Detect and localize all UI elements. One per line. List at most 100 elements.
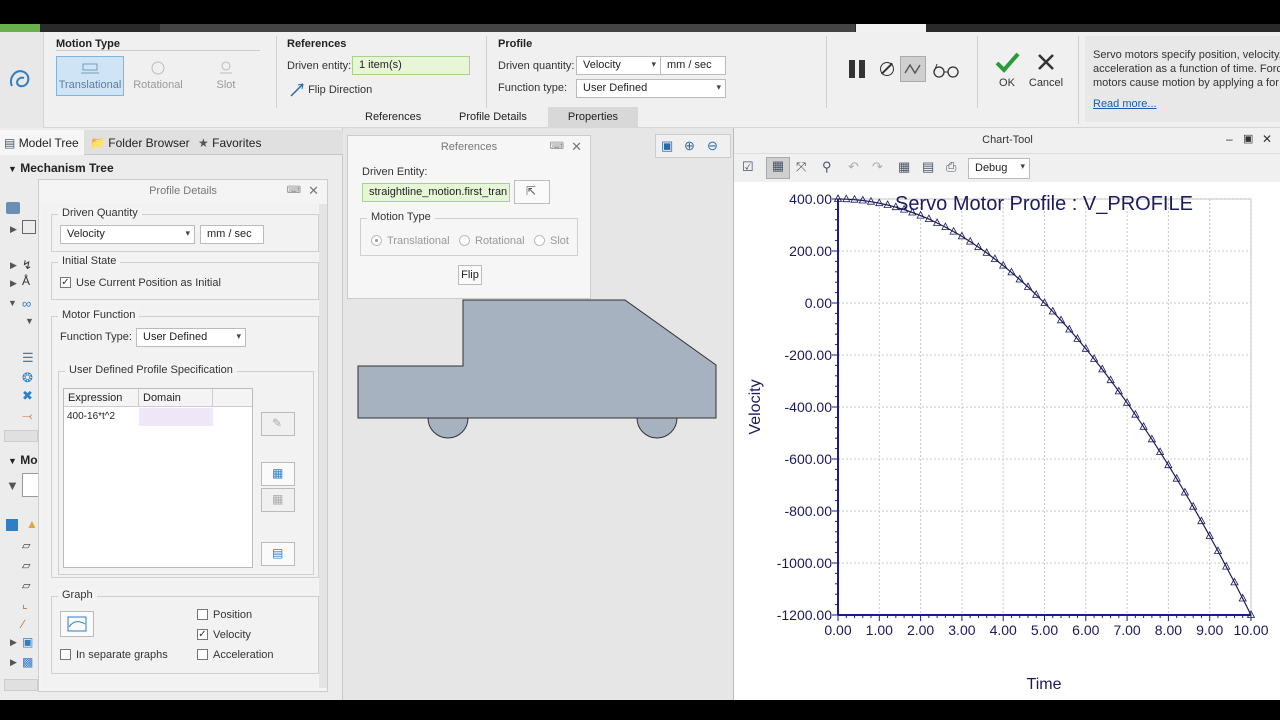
vertical-scrollbar[interactable] xyxy=(319,204,327,688)
position-checkbox[interactable] xyxy=(197,609,208,620)
collapse-arrow-icon[interactable]: ▼ xyxy=(8,298,17,308)
refit-icon[interactable]: ▣ xyxy=(661,138,673,154)
minimize-icon[interactable]: – xyxy=(1226,132,1233,146)
translational-button[interactable]: Translational xyxy=(56,56,124,96)
part-icon[interactable]: ▣ xyxy=(22,635,33,649)
expression-cell[interactable]: 400-16*t^2 xyxy=(67,411,115,422)
pause-button[interactable] xyxy=(846,58,868,80)
close-icon[interactable]: ✕ xyxy=(1262,132,1272,146)
separate-graphs-checkbox[interactable] xyxy=(60,649,71,660)
preview-glasses-button[interactable] xyxy=(932,62,960,81)
csys-icon[interactable]: ⌞ xyxy=(22,597,28,611)
tab-model-tree[interactable]: ▤ Model Tree xyxy=(0,130,84,155)
tab-favorites[interactable]: ★ Favorites xyxy=(198,136,261,150)
zoom-in-icon[interactable]: ⊕ xyxy=(684,138,695,154)
axis-icon[interactable]: ∕ xyxy=(22,617,24,631)
driven-quantity-select[interactable]: Velocity xyxy=(576,56,661,75)
delete-row-button[interactable]: ▦ xyxy=(261,488,295,512)
driven-entity-field[interactable]: straightline_motion.first_tran xyxy=(362,183,510,202)
plane-icon[interactable]: ▱ xyxy=(22,539,30,552)
database-icon[interactable]: ☰ xyxy=(22,350,34,366)
collapse-arrow-icon[interactable]: ▼ xyxy=(8,456,17,466)
function-type-select[interactable]: User Defined xyxy=(136,328,246,347)
tab-properties[interactable]: Properties xyxy=(548,107,638,128)
insert-row-button[interactable]: ▦ xyxy=(261,462,295,486)
debug-select[interactable]: Debug xyxy=(968,158,1030,179)
cancel-button[interactable]: Cancel xyxy=(1026,50,1066,89)
gear-icon[interactable]: Å xyxy=(22,274,30,288)
pin-icon[interactable]: ⌨ xyxy=(550,141,564,152)
driven-quantity-group-label: Driven Quantity xyxy=(58,207,142,219)
servo-motor-icon[interactable]: ∞ xyxy=(22,296,31,311)
translational-radio[interactable] xyxy=(371,235,382,246)
expand-icon[interactable]: ▶ xyxy=(10,224,17,235)
help-text-line2: acceleration as a function of time. Forc xyxy=(1093,63,1280,75)
expand-icon[interactable]: ▶ xyxy=(10,637,17,648)
domain-cell[interactable] xyxy=(139,408,213,426)
horizontal-scrollbar[interactable] xyxy=(4,679,38,691)
slot-radio[interactable] xyxy=(534,235,545,246)
zoom-out-icon[interactable]: ⊖ xyxy=(707,138,718,154)
motor-check-button[interactable] xyxy=(900,56,926,82)
servo-motor-icon-area xyxy=(0,32,44,128)
tab-profile-details[interactable]: Profile Details xyxy=(447,107,539,128)
table-row[interactable]: 400-16*t^2 xyxy=(64,408,213,426)
driven-quantity-select[interactable]: Velocity xyxy=(60,225,195,244)
table-icon[interactable]: ▦ xyxy=(898,159,910,175)
rotational-button[interactable]: Rotational xyxy=(124,56,192,96)
close-icon[interactable]: ✕ xyxy=(571,139,582,155)
flip-button[interactable]: Flip xyxy=(458,265,482,285)
motion-type-title: Motion Type xyxy=(56,38,120,50)
table-options-button[interactable]: ▤ xyxy=(261,542,295,566)
rotational-radio[interactable] xyxy=(459,235,470,246)
properties-icon[interactable]: ☑ xyxy=(742,159,760,177)
expand-icon[interactable]: ▶ xyxy=(10,260,17,271)
function-type-select[interactable]: User Defined xyxy=(576,79,726,98)
undo-icon[interactable]: ↶ xyxy=(848,159,859,175)
help-panel: Servo motors specify position, velocity,… xyxy=(1085,36,1280,122)
tree-node-icon[interactable] xyxy=(6,202,20,214)
graph-button[interactable] xyxy=(60,611,94,637)
collapse-arrow-icon[interactable]: ▼ xyxy=(25,316,34,326)
velocity-checkbox[interactable]: ✓ xyxy=(197,629,208,640)
grid-toggle-icon[interactable]: ▦ xyxy=(766,157,790,179)
pin-icon[interactable]: ⌨ xyxy=(287,185,301,196)
joint-icon[interactable]: ↯ xyxy=(22,258,32,272)
print-icon[interactable]: ⎙ xyxy=(946,159,956,175)
connection-icon[interactable] xyxy=(22,220,36,234)
warning-icon[interactable]: ▲ xyxy=(26,517,38,531)
no-stop-icon[interactable] xyxy=(880,62,894,76)
plane-icon[interactable]: ▱ xyxy=(22,579,30,592)
maximize-icon[interactable]: ▣ xyxy=(1243,132,1253,145)
tool-icon[interactable]: ✖ xyxy=(22,388,33,404)
flip-direction-button[interactable]: Flip Direction xyxy=(289,82,372,98)
read-more-link[interactable]: Read more... xyxy=(1093,97,1272,111)
link-icon[interactable]: ⤙ xyxy=(22,408,32,424)
assembly-icon[interactable]: ▩ xyxy=(22,655,33,669)
collapse-arrow-icon[interactable]: ▼ xyxy=(8,164,17,174)
edit-expression-button[interactable]: ✎ xyxy=(261,412,295,436)
export-icon[interactable]: ▤ xyxy=(922,159,934,175)
select-entity-button[interactable]: ⇱ xyxy=(514,180,550,204)
filter-icon[interactable]: ▼ xyxy=(6,478,19,493)
driven-entity-collector[interactable]: 1 item(s) xyxy=(352,56,470,75)
motor-function-group: Motor Function Function Type: User Defin… xyxy=(51,309,319,578)
close-icon[interactable]: ✕ xyxy=(308,183,319,199)
expand-icon[interactable]: ▶ xyxy=(10,657,17,668)
slot-button[interactable]: Slot xyxy=(192,56,260,96)
plane-icon[interactable]: ▱ xyxy=(22,559,30,572)
tab-references[interactable]: References xyxy=(353,107,433,128)
ok-button[interactable]: OK xyxy=(990,50,1024,89)
use-current-position-checkbox[interactable]: ✓ xyxy=(60,277,71,288)
y-tick-label: -400.00 xyxy=(785,399,833,415)
profile-details-body: Driven Quantity Velocity mm / sec Initia… xyxy=(41,204,319,688)
layer-icon[interactable] xyxy=(6,519,18,531)
expand-icon[interactable]: ▶ xyxy=(10,278,17,289)
zoom-icon[interactable]: ⚲ xyxy=(822,159,832,175)
horizontal-scrollbar[interactable] xyxy=(4,430,38,442)
wrench-icon[interactable]: ❂ xyxy=(22,370,33,386)
tab-folder-browser[interactable]: 📁 Folder Browser xyxy=(90,136,190,150)
acceleration-checkbox[interactable] xyxy=(197,649,208,660)
data-point-icon[interactable]: ⤧ xyxy=(796,159,806,175)
redo-icon[interactable]: ↷ xyxy=(872,159,883,175)
